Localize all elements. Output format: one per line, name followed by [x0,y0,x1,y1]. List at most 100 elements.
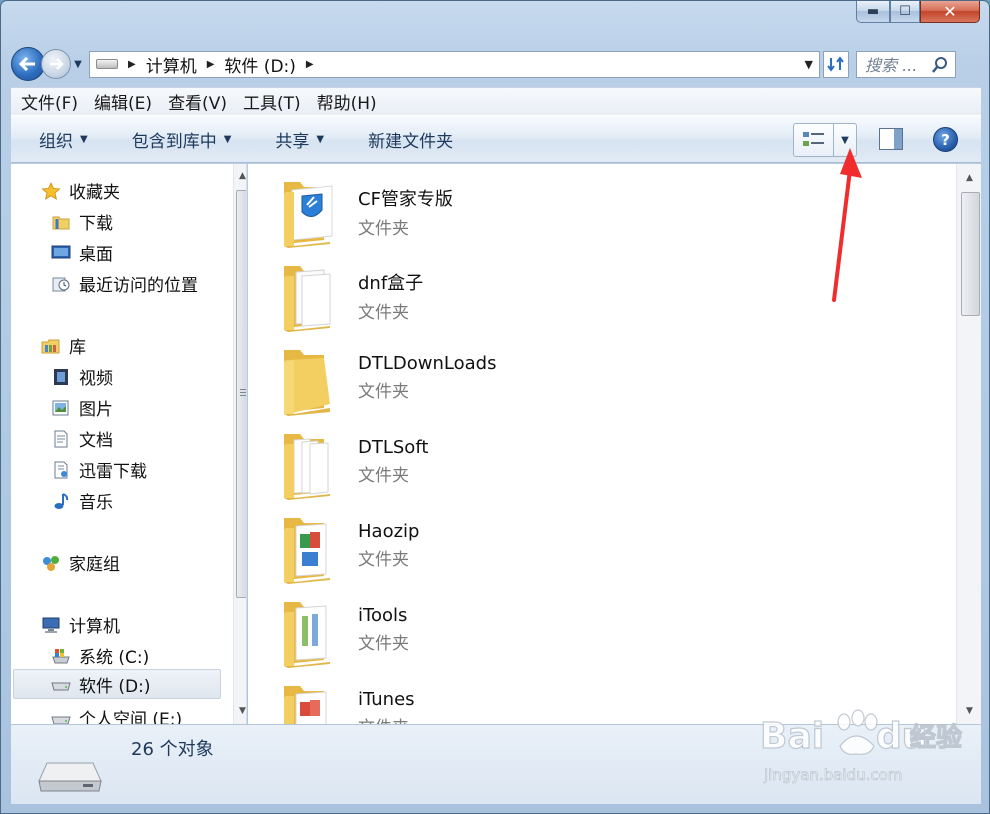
address-row: ▼ ▶ 计算机 ▶ 软件 (D:) ▶ ▼ 搜索 ... [11,45,983,83]
search-input[interactable]: 搜索 ... [856,50,956,78]
item-count: 26 个对象 [131,739,214,760]
sidebar-item-drive-d[interactable]: 软件 (D:) [13,669,221,699]
close-button[interactable]: ✕ [920,1,980,23]
maximize-button[interactable]: ☐ [890,1,920,23]
back-button[interactable] [11,47,45,81]
file-name: DTLSoft [358,437,429,458]
file-list: CF管家专版 文件夹 dnf盒子 文件夹 DTLDownLoads 文件夹 DT… [248,164,981,724]
list-item[interactable]: iTools 文件夹 [280,594,409,668]
folder-documents-icon [284,434,330,500]
recent-pages-dropdown[interactable]: ▼ [71,59,85,70]
file-text: CF管家专版 文件夹 [358,174,453,239]
sidebar-homegroup[interactable]: 家庭组 [41,550,120,575]
drive-icon [38,762,102,792]
star-icon [41,181,61,200]
forward-button[interactable] [41,49,71,79]
new-folder-button[interactable]: 新建文件夹 [368,127,453,152]
folder-images-icon [284,686,327,724]
sidebar-item-thunder-download[interactable]: 迅雷下载 [51,457,147,482]
menu-bar: 文件(F) 编辑(E) 查看(V) 工具(T) 帮助(H) [11,87,981,115]
sidebar-item-label: 软件 (D:) [79,676,151,697]
address-box[interactable]: ▶ 计算机 ▶ 软件 (D:) ▶ ▼ [89,50,820,78]
homegroup-icon [43,555,59,571]
baidu-jingyan-watermark: Bai du 经验 jingyan.baidu.com [760,709,963,784]
file-text: dnf盒子 文件夹 [358,258,423,323]
breadcrumb-separator-icon[interactable]: ▶ [207,59,215,70]
sidebar-item-label: 收藏夹 [69,183,120,203]
sidebar-favorites[interactable]: 收藏夹 [41,178,120,203]
scrollbar-thumb[interactable] [236,190,246,598]
file-name: dnf盒子 [358,273,424,294]
list-item[interactable]: iTunes 文件夹 [280,678,415,724]
desktop-icon [51,245,71,258]
sidebar-item-videos[interactable]: 视频 [51,364,113,389]
scroll-up-arrow-icon[interactable]: ▲ [234,168,246,185]
list-item[interactable]: CF管家专版 文件夹 [280,174,453,248]
scroll-down-arrow-icon[interactable]: ▼ [234,703,246,720]
refresh-icon [827,56,844,72]
sidebar-computer[interactable]: 计算机 [41,612,120,637]
help-button[interactable]: ? [933,127,958,152]
minimize-button[interactable]: ▬ [856,1,890,23]
list-item[interactable]: Haozip 文件夹 [280,510,419,584]
file-text: DTLSoft 文件夹 [358,426,428,486]
list-item[interactable]: DTLDownLoads 文件夹 [280,342,496,416]
file-name: iTunes [358,689,415,710]
sidebar-item-label: 桌面 [79,245,113,265]
sidebar-item-label: 家庭组 [69,555,120,575]
sidebar-libraries[interactable]: 库 [41,333,86,358]
list-item[interactable]: DTLSoft 文件夹 [280,426,428,500]
thunder-download-icon [54,461,68,478]
scrollbar-thumb[interactable] [961,192,980,316]
file-type: 文件夹 [358,550,409,570]
preview-pane-button[interactable] [879,128,903,150]
breadcrumb-drive-d[interactable]: 软件 (D:) [224,52,296,77]
sidebar-item-label: 系统 (C:) [79,648,150,668]
menu-file[interactable]: 文件(F) [21,89,78,114]
file-list-scrollbar[interactable]: ▲ ▼ [956,164,981,724]
sidebar-item-drive-e[interactable]: 个人空间 (E:) [51,705,182,724]
sidebar-item-downloads[interactable]: 下载 [51,209,113,234]
file-type: 文件夹 [358,303,409,323]
grip-line [240,392,246,393]
file-type: 文件夹 [358,382,409,402]
sidebar-item-music[interactable]: 音乐 [51,488,113,513]
refresh-button[interactable] [823,50,849,78]
list-item[interactable]: dnf盒子 文件夹 [280,258,423,332]
scroll-up-arrow-icon[interactable]: ▲ [961,170,978,187]
sidebar-item-label: 文档 [79,431,113,451]
sidebar-item-desktop[interactable]: 桌面 [51,240,113,265]
sidebar-item-drive-c[interactable]: 系统 (C:) [51,643,149,668]
include-in-library-button[interactable]: 包含到库中 ▼ [132,127,232,152]
file-type: 文件夹 [358,634,409,654]
sidebar-item-label: 视频 [79,369,113,389]
menu-edit[interactable]: 编辑(E) [94,89,152,114]
breadcrumb-computer[interactable]: 计算机 [146,52,197,77]
menu-tools[interactable]: 工具(T) [243,89,301,114]
file-text: iTools 文件夹 [358,594,409,654]
menu-help[interactable]: 帮助(H) [317,89,377,114]
drive-icon [51,716,71,724]
recent-places-icon [52,277,70,291]
documents-library-icon [54,430,68,447]
organize-button[interactable]: 组织 ▼ [39,127,88,152]
breadcrumb-separator-icon[interactable]: ▶ [128,59,136,70]
watermark-url: jingyan.baidu.com [763,766,902,784]
search-icon[interactable] [931,56,949,74]
grip-line [240,389,246,390]
organize-label: 组织 [39,131,73,152]
menu-view[interactable]: 查看(V) [168,89,227,114]
sidebar-item-label: 最近访问的位置 [79,276,198,296]
file-type: 文件夹 [358,713,415,724]
navigation-scrollbar[interactable]: ▲ ▼ [233,164,246,724]
breadcrumb-separator-icon[interactable]: ▶ [306,59,314,70]
file-text: Haozip 文件夹 [358,510,419,570]
address-history-dropdown[interactable]: ▼ [805,58,813,71]
downloads-folder-icon [52,216,70,229]
share-button[interactable]: 共享 ▼ [275,127,324,152]
chevron-down-icon: ▼ [80,133,88,145]
sidebar-item-pictures[interactable]: 图片 [51,395,113,420]
sidebar-item-recent-places[interactable]: 最近访问的位置 [51,271,198,296]
sidebar-item-documents[interactable]: 文档 [51,426,113,451]
chevron-down-icon: ▼ [223,133,232,145]
